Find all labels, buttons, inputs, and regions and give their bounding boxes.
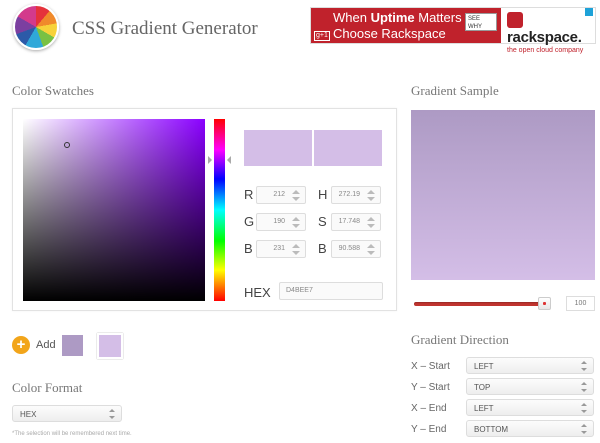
hex-input[interactable]: D4BEE7 <box>279 282 383 300</box>
hue-slider[interactable] <box>214 119 225 301</box>
y-start-select[interactable]: TOP <box>466 378 594 395</box>
add-label[interactable]: Add <box>36 339 56 351</box>
gradient-sample-title: Gradient Sample <box>411 83 499 98</box>
h-label: H <box>318 187 328 202</box>
g-label: G <box>244 214 255 229</box>
format-note: *The selection will be remembered next t… <box>12 431 132 437</box>
r-stepper-icon[interactable] <box>289 190 303 201</box>
ad-choices-icon[interactable] <box>585 8 593 16</box>
brightness-label: B <box>318 241 327 256</box>
g-input[interactable]: 190 <box>256 213 306 231</box>
swatch-color-2[interactable] <box>97 333 123 359</box>
ad-message[interactable]: When Uptime Matters Choose Rackspace SEE… <box>311 8 501 43</box>
brightness-stepper-icon[interactable] <box>364 244 378 255</box>
add-swatch-button[interactable]: + <box>12 336 30 354</box>
y-end-label: Y – End <box>411 424 447 435</box>
header: CSS Gradient Generator When Uptime Matte… <box>0 0 600 60</box>
x-end-select[interactable]: LEFT <box>466 399 594 416</box>
x-start-select[interactable]: LEFT <box>466 357 594 374</box>
s-label: S <box>318 214 327 229</box>
x-start-label: X – Start <box>411 361 450 372</box>
select-arrows-icon <box>581 403 589 413</box>
slider-handle[interactable] <box>538 297 551 310</box>
hue-marker-right-icon[interactable] <box>227 156 231 164</box>
x-end-label: X – End <box>411 403 447 414</box>
select-arrows-icon <box>109 409 117 419</box>
swatch-color-1[interactable] <box>62 335 83 356</box>
ad-tagline: the open cloud company <box>507 47 584 54</box>
google-plus-button[interactable]: g+1 <box>314 31 330 41</box>
current-color-preview <box>314 130 382 166</box>
see-why-button[interactable]: SEE WHY <box>465 13 497 31</box>
color-format-title: Color Format <box>12 380 83 395</box>
picker-cursor[interactable] <box>64 142 70 148</box>
gradient-sample-preview <box>411 110 595 280</box>
gradient-position-slider[interactable] <box>414 302 550 306</box>
b-stepper-icon[interactable] <box>289 244 303 255</box>
g-stepper-icon[interactable] <box>289 217 303 228</box>
ad-brand: rackspace. <box>507 12 595 46</box>
brightness-input[interactable]: 90.588 <box>331 240 381 258</box>
y-end-select[interactable]: BOTTOM <box>466 420 594 437</box>
h-stepper-icon[interactable] <box>364 190 378 201</box>
color-wheel-logo-icon[interactable] <box>13 4 59 50</box>
new-color-preview <box>244 130 312 166</box>
r-label: R <box>244 187 254 202</box>
color-format-select[interactable]: HEX <box>12 405 122 422</box>
color-picker-panel: R 212 G 190 B 231 H 272.19 S 17.748 B 90… <box>12 108 397 311</box>
b-label: B <box>244 241 253 256</box>
select-arrows-icon <box>581 382 589 392</box>
gradient-direction-title: Gradient Direction <box>411 332 509 347</box>
hue-marker-left-icon[interactable] <box>208 156 212 164</box>
s-input[interactable]: 17.748 <box>331 213 381 231</box>
slider-value-input[interactable]: 100 <box>566 296 595 311</box>
b-input[interactable]: 231 <box>256 240 306 258</box>
h-input[interactable]: 272.19 <box>331 186 381 204</box>
hex-label: HEX <box>244 285 271 300</box>
app-title[interactable]: CSS Gradient Generator <box>72 18 258 40</box>
saturation-brightness-picker[interactable] <box>23 119 205 301</box>
s-stepper-icon[interactable] <box>364 217 378 228</box>
r-input[interactable]: 212 <box>256 186 306 204</box>
select-arrows-icon <box>581 424 589 434</box>
select-arrows-icon <box>581 361 589 371</box>
y-start-label: Y – Start <box>411 382 450 393</box>
ad-brand-box[interactable]: rackspace. the open cloud company <box>501 8 595 54</box>
color-swatches-title: Color Swatches <box>12 83 94 98</box>
ad-banner[interactable]: When Uptime Matters Choose Rackspace SEE… <box>310 7 596 54</box>
rackspace-logo-icon <box>507 12 523 28</box>
